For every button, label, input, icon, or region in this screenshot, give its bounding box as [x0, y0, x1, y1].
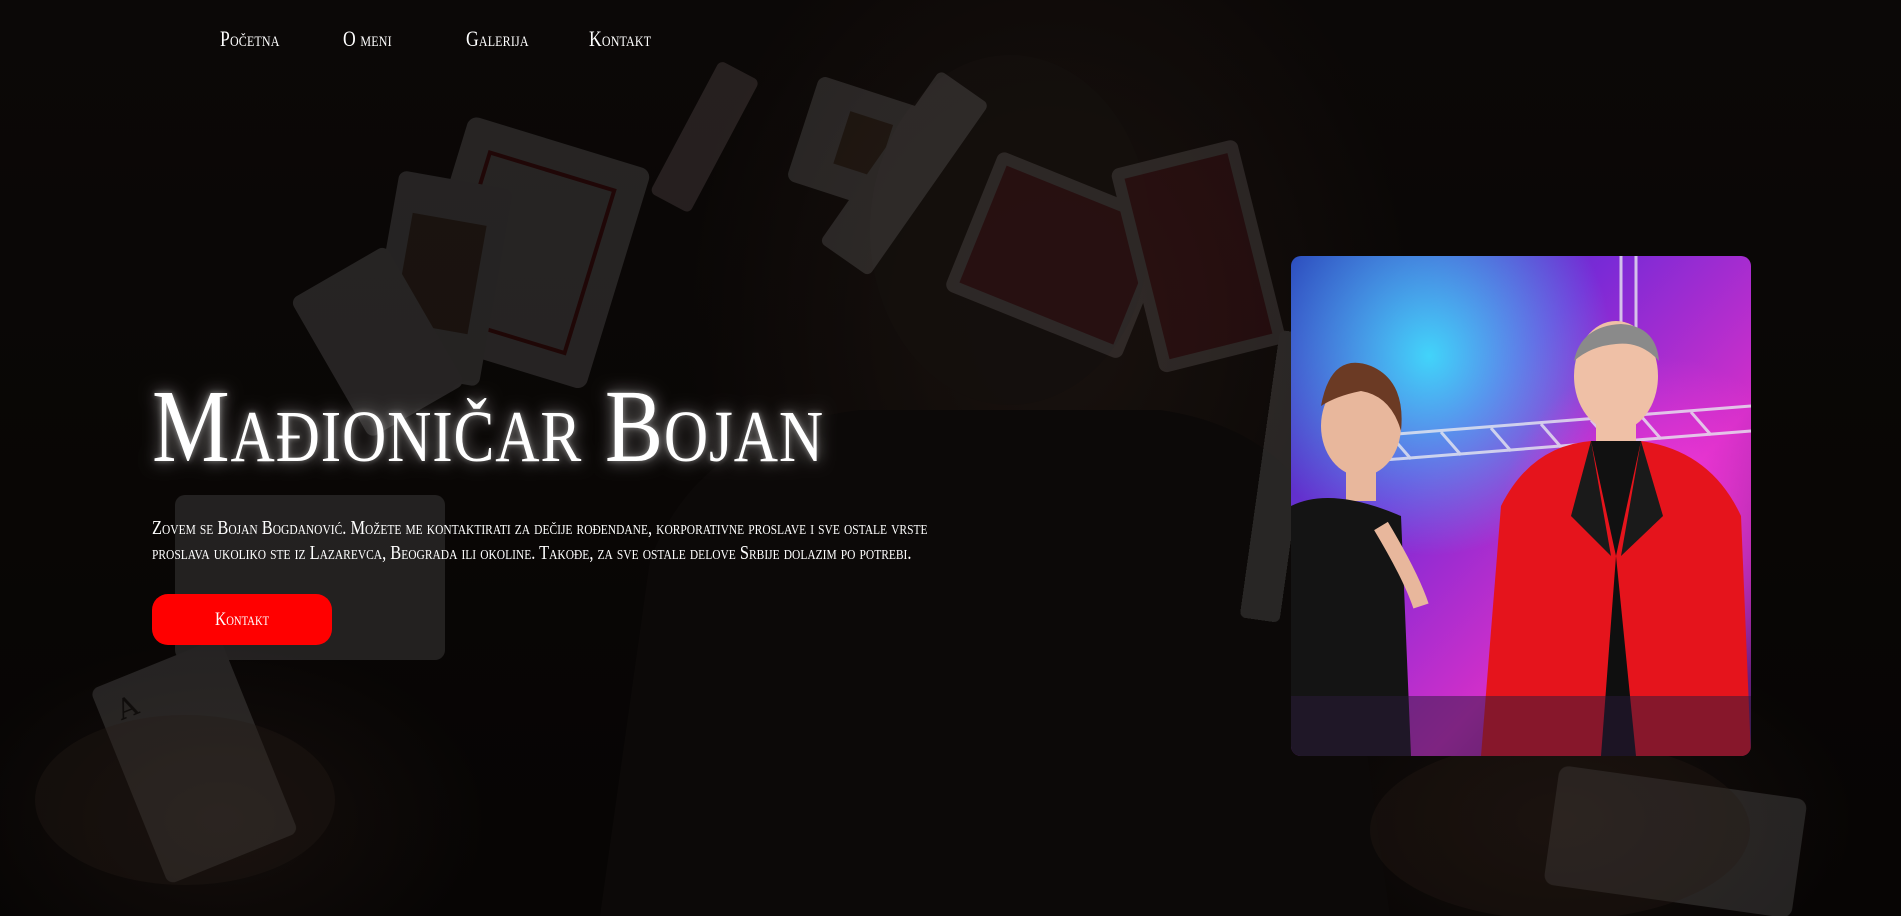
main-nav: Početna O meni Galerija Kontakt	[220, 26, 712, 52]
nav-link-galerija[interactable]: Galerija	[466, 26, 529, 52]
contact-button-label: Kontakt	[214, 608, 270, 630]
magician-photo-image	[1291, 256, 1751, 756]
nav-link-kontakt[interactable]: Kontakt	[589, 26, 651, 52]
magician-photo	[1291, 256, 1751, 756]
nav-link-pocetna[interactable]: Početna	[220, 26, 279, 52]
hero-title: Mađioničar Bojan	[152, 369, 824, 484]
hero-description: Zovem se Bojan Bogdanović. Možete me kon…	[152, 517, 928, 564]
contact-button[interactable]: Kontakt	[152, 594, 332, 645]
nav-link-o-meni[interactable]: O meni	[343, 26, 392, 52]
